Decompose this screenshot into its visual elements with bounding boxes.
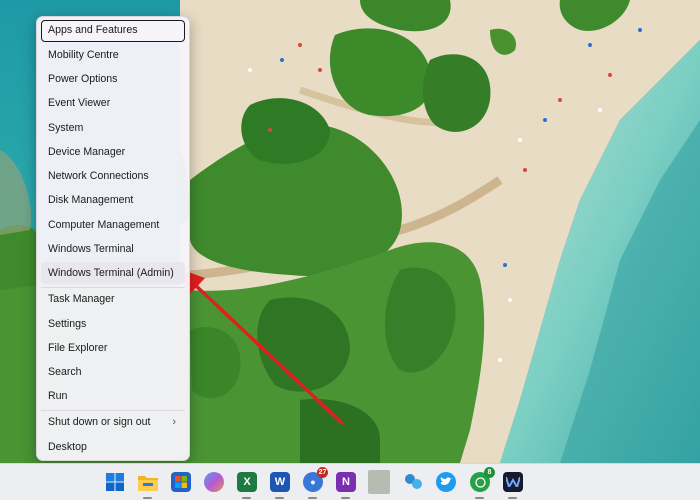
blank-app-icon[interactable]	[368, 470, 390, 494]
excel-icon[interactable]: X	[237, 472, 257, 492]
notification-badge: 8	[484, 467, 495, 478]
menu-item-apps-and-features[interactable]: Apps and Features	[41, 20, 185, 42]
active-app-indicator	[308, 497, 317, 499]
menu-item-event-viewer[interactable]: Event Viewer	[41, 92, 185, 114]
taskbar: X W ● 27 N 8	[0, 463, 700, 500]
active-app-indicator	[275, 497, 284, 499]
menu-item-network-connections[interactable]: Network Connections	[41, 165, 185, 187]
chevron-right-icon: ›	[172, 416, 176, 428]
active-app-indicator	[143, 497, 152, 499]
menu-item-power-options[interactable]: Power Options	[41, 68, 185, 90]
active-app-indicator	[475, 497, 484, 499]
start-icon[interactable]	[105, 472, 125, 492]
winx-context-menu: Apps and Features Mobility Centre Power …	[36, 16, 190, 461]
active-app-indicator	[341, 497, 350, 499]
whatsapp-icon[interactable]: 8	[470, 467, 495, 492]
menu-item-run[interactable]: Run	[41, 385, 185, 407]
onenote-icon[interactable]: N	[336, 472, 356, 492]
menu-item-windows-terminal-admin[interactable]: Windows Terminal (Admin)	[41, 262, 185, 284]
active-app-indicator	[242, 497, 251, 499]
notification-badge: 27	[317, 467, 328, 478]
microsoft-store-icon[interactable]	[171, 472, 191, 492]
app-icon[interactable]	[503, 472, 523, 492]
menu-item-label: Shut down or sign out	[48, 416, 151, 428]
active-app-indicator	[508, 497, 517, 499]
menu-item-device-manager[interactable]: Device Manager	[41, 141, 185, 163]
menu-item-windows-terminal[interactable]: Windows Terminal	[41, 238, 185, 260]
menu-item-file-explorer[interactable]: File Explorer	[41, 337, 185, 359]
menu-item-mobility-centre[interactable]: Mobility Centre	[41, 44, 185, 66]
menu-item-disk-management[interactable]: Disk Management	[41, 189, 185, 211]
menu-item-system[interactable]: System	[41, 117, 185, 139]
people-icon[interactable]	[403, 472, 423, 492]
word-icon[interactable]: W	[270, 472, 290, 492]
chat-icon[interactable]: ● 27	[303, 467, 328, 492]
menu-item-task-manager[interactable]: Task Manager	[41, 288, 185, 310]
file-explorer-icon[interactable]	[138, 472, 158, 492]
menu-item-computer-management[interactable]: Computer Management	[41, 214, 185, 236]
menu-item-desktop[interactable]: Desktop	[41, 436, 185, 458]
menu-item-shut-down-or-sign-out[interactable]: Shut down or sign out ›	[41, 411, 185, 433]
twitter-icon[interactable]	[436, 472, 456, 492]
menu-item-settings[interactable]: Settings	[41, 313, 185, 335]
menu-item-search[interactable]: Search	[41, 361, 185, 383]
copilot-icon[interactable]	[204, 472, 224, 492]
